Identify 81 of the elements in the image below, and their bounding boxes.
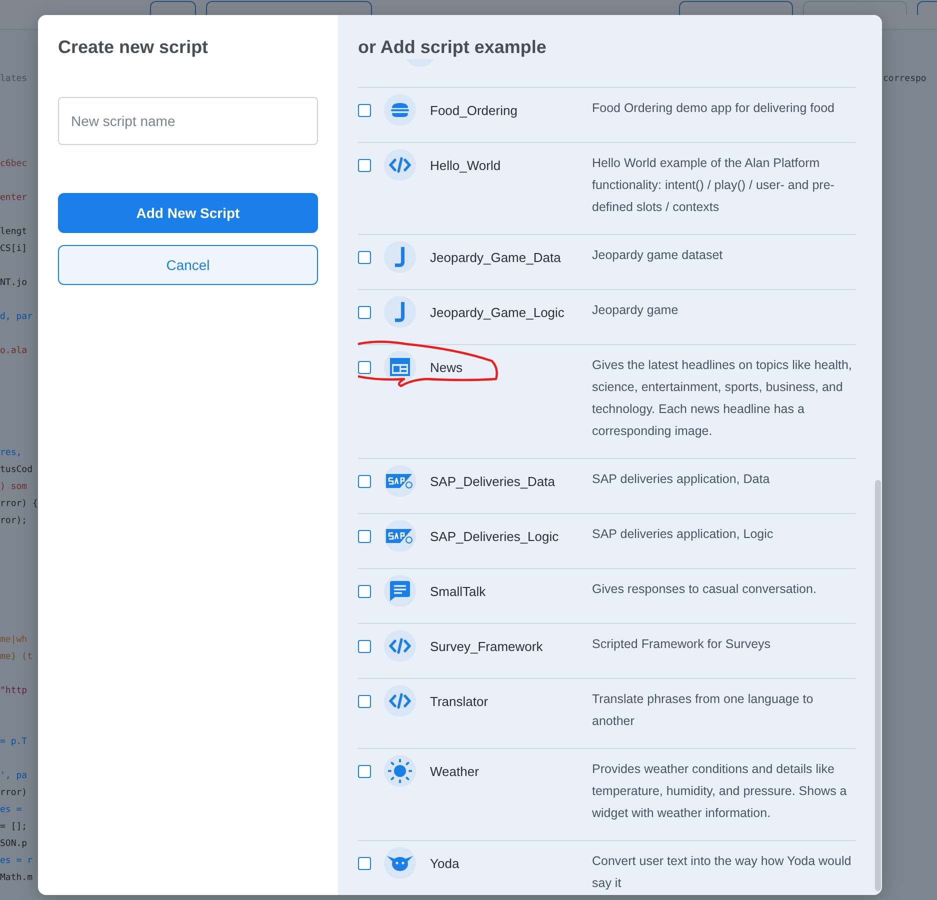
code-text: me|wh — [0, 635, 28, 645]
script-description: Jeopardy game dataset — [592, 247, 724, 264]
toolbar-button[interactable] — [679, 1, 793, 15]
script-name[interactable]: Food_Ordering — [430, 103, 592, 118]
code-text: es = — [0, 805, 22, 815]
script-name[interactable]: Translator — [430, 694, 592, 709]
script-name[interactable]: SAP_Deliveries_Logic — [430, 529, 592, 544]
checkbox[interactable] — [358, 585, 371, 598]
code-text: ', pa — [0, 771, 28, 781]
script-description: Convert user text into the way how Yoda would say it — [592, 853, 852, 892]
script-description: Gives responses to casual conversation. — [592, 581, 818, 598]
code-text: correspo — [883, 73, 926, 86]
script-name[interactable]: SmallTalk — [430, 584, 592, 599]
checkbox[interactable] — [358, 475, 371, 488]
add-button[interactable]: Add New Script — [58, 193, 318, 233]
checkbox[interactable] — [358, 695, 371, 708]
code-text: res, — [0, 448, 22, 458]
j-letter-icon — [384, 241, 416, 273]
dialog-title: Create new script — [58, 36, 210, 59]
burger-icon — [384, 94, 416, 126]
code-text: o.ala — [0, 346, 28, 356]
script-name[interactable]: News — [430, 360, 592, 375]
script-name[interactable]: Weather — [430, 764, 592, 779]
code-text: enter — [0, 193, 28, 203]
script-name[interactable]: Jeopardy_Game_Data — [430, 250, 592, 265]
code-text: c6bec — [0, 159, 28, 169]
script-description: Hello World example of the Alan Platform functionality: intent() / play() / user- and pre-defined slots / contexts — [592, 155, 836, 216]
script-description: Gives the latest headlines on topics like health, science, entertainment, sports, business, and technology. Each news headline has a corresponding image. — [592, 357, 853, 440]
j-letter-icon — [384, 296, 416, 328]
code-text: es = r — [0, 856, 33, 866]
checkbox[interactable] — [358, 857, 371, 870]
checkbox[interactable] — [358, 361, 371, 374]
sap-logo-icon — [384, 520, 416, 552]
script-description: Translate phrases from one language to another — [592, 691, 814, 730]
checkbox[interactable] — [358, 251, 371, 264]
scrollbar[interactable] — [875, 480, 881, 891]
robot-face-icon — [384, 847, 416, 879]
script-description: Scripted Framework for Surveys — [592, 636, 772, 653]
script-name[interactable]: SAP_Deliveries_Data — [430, 474, 592, 489]
code-text: NT.jo — [0, 278, 28, 288]
code-text: Math.m — [0, 873, 33, 883]
section-title: or Add script example — [358, 36, 548, 59]
sap-logo-icon — [384, 465, 416, 497]
chat-icon — [384, 575, 416, 607]
code-text: ror); — [0, 516, 28, 526]
script-description: SAP deliveries application, Data — [592, 471, 771, 488]
script-description: Provides weather conditions and details like temperature, humidity, and pressure. Shows a widget with weather information. — [592, 761, 848, 822]
code-text: me) (t — [0, 652, 33, 662]
checkbox[interactable] — [358, 765, 371, 778]
code-text: ) som — [0, 482, 28, 492]
code-text: CS[i] — [0, 244, 28, 254]
script-description: Food Ordering demo app for delivering food — [592, 100, 836, 117]
script-name[interactable]: Jeopardy_Game_Logic — [430, 305, 592, 320]
code-text: = []; — [0, 822, 28, 832]
sun-icon — [384, 755, 416, 787]
code-icon — [384, 149, 416, 181]
script-description: Jeopardy game — [592, 302, 680, 319]
code-icon — [384, 630, 416, 662]
toolbar-button[interactable] — [150, 1, 196, 15]
cancel-button[interactable]: Cancel — [58, 245, 318, 285]
script-name[interactable]: Yoda — [430, 856, 592, 871]
code-text: "http — [0, 686, 28, 696]
script-name[interactable]: Hello_World — [430, 158, 592, 173]
script-description: SAP deliveries application, Logic — [592, 526, 774, 543]
code-icon — [384, 685, 416, 717]
checkbox[interactable] — [358, 530, 371, 543]
code-text: tusCod — [0, 465, 33, 475]
checkbox[interactable] — [358, 640, 371, 653]
code-text: lengt — [0, 227, 28, 237]
script-name[interactable]: Survey_Framework — [430, 639, 592, 654]
code-text: rror) — [0, 788, 28, 798]
checkbox[interactable] — [358, 306, 371, 319]
newspaper-icon — [384, 351, 416, 383]
script-name-field[interactable]: New script name — [58, 97, 318, 145]
checkbox[interactable] — [358, 159, 371, 172]
code-text: rror) { — [0, 499, 38, 509]
toolbar-button[interactable] — [206, 1, 372, 15]
code-text: = p.T — [0, 737, 28, 747]
code-text: d, par — [0, 312, 33, 322]
code-text: SON.p — [0, 839, 28, 849]
checkbox[interactable] — [358, 104, 371, 117]
